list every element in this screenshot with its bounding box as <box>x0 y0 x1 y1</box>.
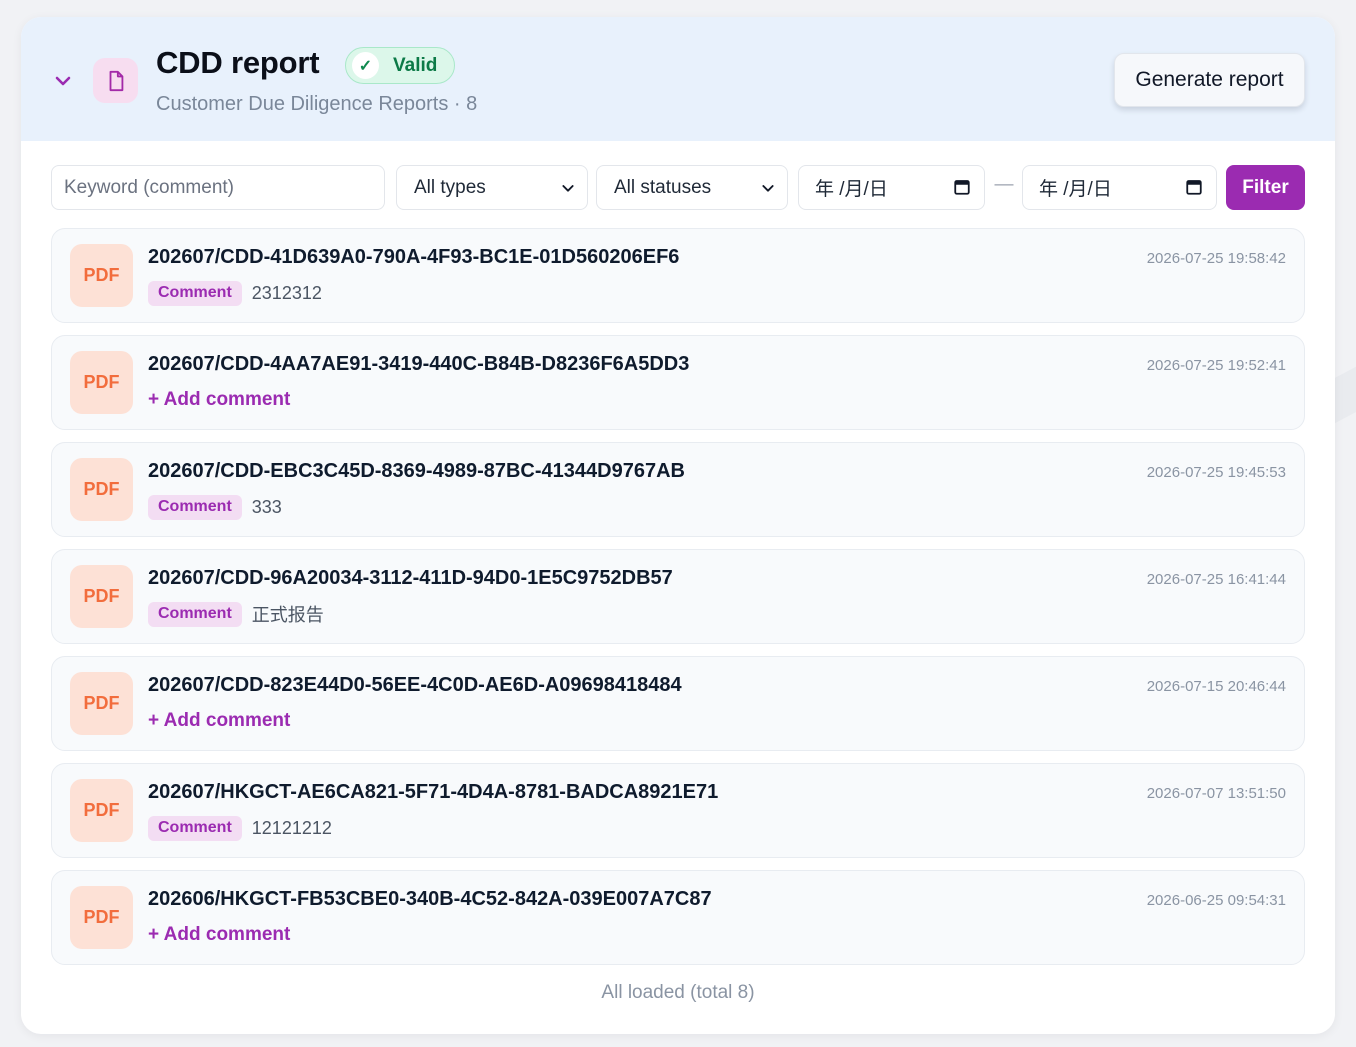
status-badge-label: Valid <box>393 54 438 76</box>
keyword-search-input[interactable] <box>51 165 385 210</box>
page-subtitle: Customer Due Diligence Reports · 8 <box>156 93 478 115</box>
report-list-item[interactable]: PDF 202607/CDD-4AA7AE91-3419-440C-B84B-D8… <box>51 335 1305 430</box>
chevron-down-icon <box>760 180 776 196</box>
report-list: PDF 202607/CDD-41D639A0-790A-4F93-BC1E-01… <box>51 228 1305 977</box>
calendar-icon[interactable] <box>1185 178 1203 196</box>
comment-tag: Comment <box>148 815 242 841</box>
pdf-file-icon: PDF <box>70 886 133 949</box>
pdf-file-icon: PDF <box>70 458 133 521</box>
comment-text: 333 <box>251 496 282 517</box>
chevron-down-icon <box>560 180 576 196</box>
calendar-icon[interactable] <box>953 178 971 196</box>
comment-row: + Add comment <box>148 922 290 948</box>
add-comment-link[interactable]: + Add comment <box>148 710 290 732</box>
type-select-value: All types <box>414 176 486 198</box>
pdf-file-icon: PDF <box>70 672 133 735</box>
load-status: All loaded (total 8) <box>601 982 755 1003</box>
report-timestamp: 2026-07-25 19:45:53 <box>1146 464 1286 481</box>
report-name[interactable]: 202607/CDD-823E44D0-56EE-4C0D-AE6D-A0969… <box>148 674 682 697</box>
comment-row: Comment 正式报告 <box>148 601 324 627</box>
filter-button[interactable]: Filter <box>1226 165 1305 210</box>
cdd-report-card: CDD report ✓ Valid Customer Due Diligenc… <box>21 17 1335 1034</box>
date-range-separator: — <box>994 174 1014 195</box>
comment-row: Comment 2312312 <box>148 280 322 306</box>
collapse-chevron-icon[interactable] <box>51 69 75 93</box>
pdf-file-icon: PDF <box>70 244 133 307</box>
status-select-value: All statuses <box>614 176 712 198</box>
pdf-file-icon: PDF <box>70 565 133 628</box>
check-icon: ✓ <box>352 52 379 79</box>
comment-text: 2312312 <box>251 282 322 303</box>
pdf-file-icon: PDF <box>70 351 133 414</box>
page-title: CDD report <box>156 45 320 80</box>
comment-row: + Add comment <box>148 387 290 413</box>
comment-tag: Comment <box>148 494 242 520</box>
report-timestamp: 2026-07-15 20:46:44 <box>1146 678 1286 695</box>
comment-tag: Comment <box>148 280 242 306</box>
report-list-item[interactable]: PDF 202607/HKGCT-AE6CA821-5F71-4D4A-8781-… <box>51 763 1305 858</box>
report-timestamp: 2026-07-25 19:58:42 <box>1146 250 1286 267</box>
report-timestamp: 2026-07-07 13:51:50 <box>1146 785 1286 802</box>
add-comment-link[interactable]: + Add comment <box>148 924 290 946</box>
report-name[interactable]: 202607/HKGCT-AE6CA821-5F71-4D4A-8781-BAD… <box>148 781 718 804</box>
report-name[interactable]: 202607/CDD-4AA7AE91-3419-440C-B84B-D8236… <box>148 353 689 376</box>
date-from-field[interactable]: 年 /月/日 <box>798 165 985 210</box>
report-list-item[interactable]: PDF 202607/CDD-41D639A0-790A-4F93-BC1E-01… <box>51 228 1305 323</box>
comment-tag: Comment <box>148 601 242 627</box>
report-list-item[interactable]: PDF 202607/CDD-823E44D0-56EE-4C0D-AE6D-A0… <box>51 656 1305 751</box>
date-from-value: 年 /月/日 <box>815 179 888 200</box>
report-name[interactable]: 202607/CDD-EBC3C45D-8369-4989-87BC-41344… <box>148 460 685 483</box>
comment-row: Comment 333 <box>148 494 282 520</box>
comment-row: + Add comment <box>148 708 290 734</box>
report-name[interactable]: 202607/CDD-96A20034-3112-411D-94D0-1E5C9… <box>148 567 673 590</box>
report-timestamp: 2026-07-25 16:41:44 <box>1146 571 1286 588</box>
report-timestamp: 2026-07-25 19:52:41 <box>1146 357 1286 374</box>
comment-text: 12121212 <box>251 817 332 838</box>
date-to-value: 年 /月/日 <box>1039 179 1112 200</box>
generate-report-button[interactable]: Generate report <box>1114 53 1305 107</box>
card-header: CDD report ✓ Valid Customer Due Diligenc… <box>21 17 1335 141</box>
comment-text: 正式报告 <box>251 605 324 625</box>
report-timestamp: 2026-06-25 09:54:31 <box>1146 892 1286 909</box>
report-name[interactable]: 202606/HKGCT-FB53CBE0-340B-4C52-842A-039… <box>148 888 712 911</box>
type-select[interactable]: All types <box>396 165 588 210</box>
comment-row: Comment 12121212 <box>148 815 332 841</box>
report-list-item[interactable]: PDF 202607/CDD-96A20034-3112-411D-94D0-1E… <box>51 549 1305 644</box>
pdf-file-icon: PDF <box>70 779 133 842</box>
date-to-field[interactable]: 年 /月/日 <box>1022 165 1217 210</box>
document-icon <box>93 58 138 103</box>
status-badge: ✓ Valid <box>345 47 455 84</box>
status-select[interactable]: All statuses <box>596 165 788 210</box>
add-comment-link[interactable]: + Add comment <box>148 389 290 411</box>
report-name[interactable]: 202607/CDD-41D639A0-790A-4F93-BC1E-01D56… <box>148 246 679 269</box>
report-list-item[interactable]: PDF 202606/HKGCT-FB53CBE0-340B-4C52-842A-… <box>51 870 1305 965</box>
report-list-item[interactable]: PDF 202607/CDD-EBC3C45D-8369-4989-87BC-41… <box>51 442 1305 537</box>
filter-bar: All types All statuses 年 /月/日 — 年 /月/日 F… <box>51 165 1305 210</box>
